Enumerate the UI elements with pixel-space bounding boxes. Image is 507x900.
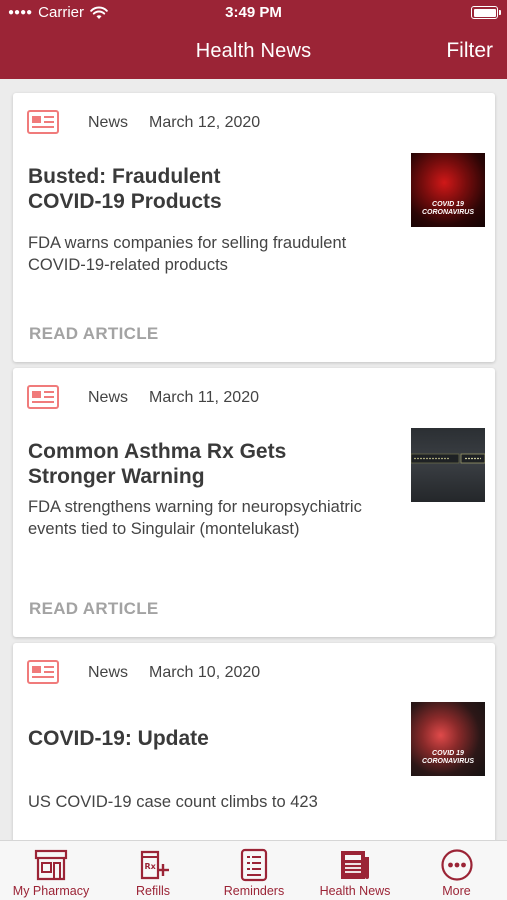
more-dots-icon xyxy=(440,849,473,881)
article-summary: FDA warns companies for selling fraudule… xyxy=(28,234,347,274)
checklist-icon xyxy=(240,848,268,882)
covid-virus-image[interactable]: COVID 19 CORONAVIRUS xyxy=(411,153,485,227)
svg-text:Rx: Rx xyxy=(145,862,157,871)
article-summary: US COVID-19 case count climbs to 423 xyxy=(28,793,318,811)
article-type: News xyxy=(88,389,129,406)
newspaper-icon xyxy=(27,385,59,409)
tab-refills[interactable]: Rx Refills xyxy=(102,841,204,900)
tab-more[interactable]: More xyxy=(406,841,507,900)
tab-label: More xyxy=(442,884,471,898)
article-type: News xyxy=(88,664,129,681)
app-header: ●●●● Carrier 3:49 PM Health News Filter xyxy=(0,0,507,79)
tab-label: My Pharmacy xyxy=(12,884,90,898)
filter-button[interactable]: Filter xyxy=(446,39,493,63)
tab-health-news[interactable]: Health News xyxy=(304,841,406,900)
thumb-caption: COVID 19 CORONAVIRUS xyxy=(422,750,474,765)
newspaper-icon xyxy=(341,851,369,879)
article-title[interactable]: Busted: Fraudulent COVID-19 Products xyxy=(28,164,268,214)
article-title[interactable]: COVID-19: Update xyxy=(28,726,328,751)
tab-label: Reminders xyxy=(223,884,285,898)
battery-icon xyxy=(471,6,501,19)
search-screen-image[interactable] xyxy=(411,428,485,502)
article-card[interactable]: News March 11, 2020 Common Asthma Rx Get… xyxy=(13,368,495,637)
search-bar-graphic xyxy=(411,453,485,464)
thumb-caption: COVID 19 CORONAVIRUS xyxy=(422,201,474,216)
article-card[interactable]: News March 10, 2020 COVID-19: Update US … xyxy=(13,643,495,853)
storefront-icon xyxy=(34,849,68,881)
tab-label: Health News xyxy=(319,884,391,898)
newspaper-icon xyxy=(27,660,59,684)
article-type: News xyxy=(88,114,129,131)
article-summary: FDA strengthens warning for neuropsychia… xyxy=(28,498,362,538)
covid-virus-image[interactable]: COVID 19 CORONAVIRUS xyxy=(411,702,485,776)
tab-bar: My Pharmacy Rx Refills Reminders Health … xyxy=(0,840,507,900)
article-date: March 11, 2020 xyxy=(149,389,259,406)
tab-label: Refills xyxy=(135,884,171,898)
read-article-button[interactable]: READ ARTICLE xyxy=(29,324,159,344)
read-article-button[interactable]: READ ARTICLE xyxy=(29,599,159,619)
article-date: March 10, 2020 xyxy=(149,664,261,681)
newspaper-icon xyxy=(27,110,59,134)
page-title: Health News xyxy=(195,40,312,62)
article-date: March 12, 2020 xyxy=(149,114,261,131)
tab-my-pharmacy[interactable]: My Pharmacy xyxy=(0,841,102,900)
status-time: 3:49 PM xyxy=(225,4,282,21)
article-card[interactable]: News March 12, 2020 Busted: Fraudulent C… xyxy=(13,93,495,362)
article-title[interactable]: Common Asthma Rx Gets Stronger Warning xyxy=(28,439,328,489)
status-bar: ●●●● Carrier 3:49 PM xyxy=(0,0,507,26)
tab-reminders[interactable]: Reminders xyxy=(204,841,304,900)
rx-plus-icon: Rx xyxy=(140,850,169,880)
